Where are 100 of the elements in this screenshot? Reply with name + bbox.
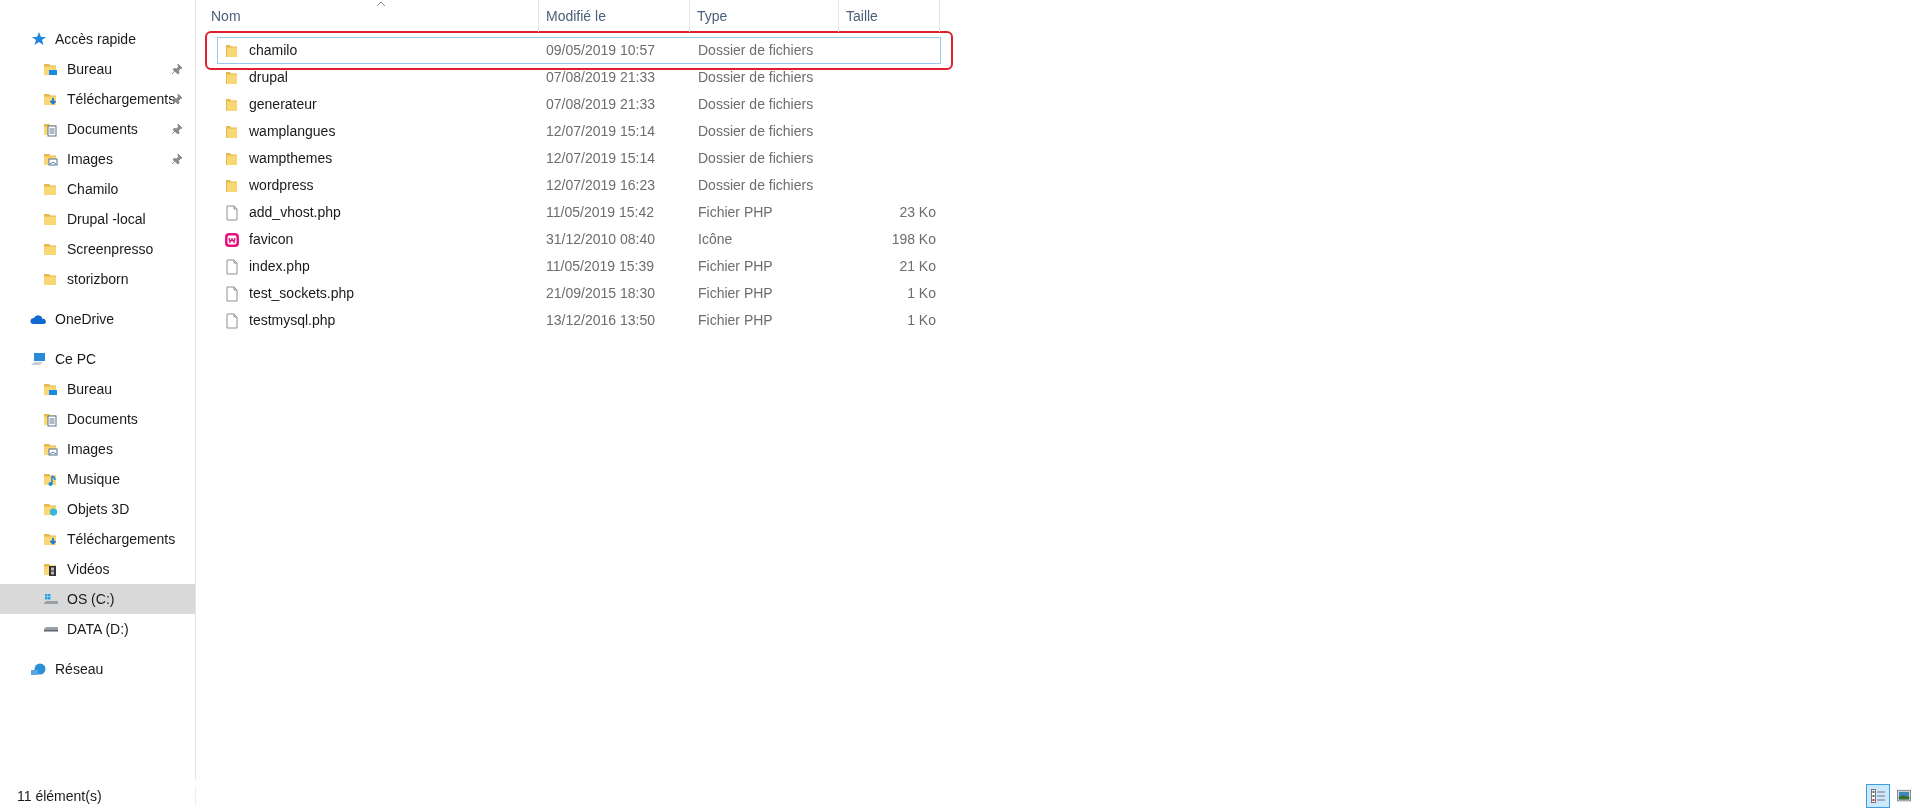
modified-date: 07/08/2019 21:33 (545, 95, 656, 114)
nav-item[interactable]: Objets 3D (0, 494, 195, 524)
desktop-folder-icon (42, 61, 59, 77)
modified-date: 07/08/2019 21:33 (545, 68, 656, 87)
nav-item[interactable]: DATA (D:) (0, 614, 195, 644)
nav-item[interactable]: Chamilo (0, 174, 195, 204)
file-name: favicon (249, 230, 294, 249)
file-name: test_sockets.php (249, 284, 355, 303)
file-type: Fichier PHP (697, 257, 774, 276)
file-name: wampthemes (249, 149, 333, 168)
file-name: wamplangues (249, 122, 336, 141)
file-type: Dossier de fichiers (697, 176, 815, 195)
nav-item[interactable]: Téléchargements (0, 524, 195, 554)
item-count: 11 élément(s) (0, 787, 196, 805)
file-name: drupal (249, 68, 288, 87)
desktop-folder-icon (42, 381, 59, 397)
nav-item[interactable]: Bureau (0, 374, 195, 404)
folder-icon (224, 150, 240, 167)
folder-icon (42, 181, 59, 197)
nav-item[interactable]: Téléchargements (0, 84, 195, 114)
file-type: Fichier PHP (697, 203, 774, 222)
music-folder-icon (42, 471, 59, 487)
column-header[interactable]: Type (690, 0, 839, 32)
file-row[interactable]: wordpress 12/07/2019 16:23 Dossier de fichiers (217, 172, 941, 199)
nav-item[interactable]: Vidéos (0, 554, 195, 584)
network-icon (30, 661, 47, 677)
modified-date: 09/05/2019 10:57 (545, 41, 656, 60)
file-icon (224, 285, 240, 302)
file-name: generateur (249, 95, 317, 114)
cube-folder-icon (42, 501, 59, 517)
app-icon (224, 231, 240, 248)
sort-ascending-icon (376, 1, 386, 7)
nav-item[interactable]: Accès rapide (0, 24, 195, 54)
file-type: Fichier PHP (697, 311, 774, 330)
file-name: index.php (249, 257, 310, 276)
file-size: 198 Ko (890, 230, 936, 249)
file-icon (224, 312, 240, 329)
file-type: Dossier de fichiers (697, 149, 815, 168)
document-folder-icon (42, 411, 59, 427)
nav-item[interactable]: Ce PC (0, 344, 195, 374)
file-name: chamilo (249, 41, 298, 60)
file-type: Dossier de fichiers (697, 41, 815, 60)
nav-item[interactable]: Screenpresso (0, 234, 195, 264)
details-view-button[interactable] (1866, 784, 1890, 808)
file-row[interactable]: wampthemes 12/07/2019 15:14 Dossier de fichiers (217, 145, 941, 172)
nav-item[interactable]: Images (0, 434, 195, 464)
nav-item[interactable]: OS (C:) (0, 584, 195, 614)
folder-icon (224, 69, 240, 86)
file-row[interactable]: generateur 07/08/2019 21:33 Dossier de fichiers (217, 91, 941, 118)
download-folder-icon (42, 531, 59, 547)
file-size: 1 Ko (906, 284, 936, 303)
file-type: Dossier de fichiers (697, 95, 815, 114)
file-size: 23 Ko (898, 203, 936, 222)
folder-icon (224, 123, 240, 140)
file-type: Icône (697, 230, 734, 249)
file-name: testmysql.php (249, 311, 336, 330)
document-folder-icon (42, 121, 59, 137)
picture-icon (1896, 789, 1912, 803)
nav-item[interactable]: OneDrive (0, 304, 195, 334)
modified-date: 11/05/2019 15:42 (545, 203, 655, 222)
modified-date: 21/09/2015 18:30 (545, 284, 656, 303)
nav-item[interactable]: storizborn (0, 264, 195, 294)
column-header[interactable]: Nom (205, 0, 539, 32)
file-type: Fichier PHP (697, 284, 774, 303)
film-folder-icon (42, 561, 59, 577)
nav-item[interactable]: Bureau (0, 54, 195, 84)
file-type: Dossier de fichiers (697, 122, 815, 141)
modified-date: 13/12/2016 13:50 (545, 311, 656, 330)
nav-item[interactable]: Musique (0, 464, 195, 494)
file-row[interactable]: test_sockets.php 21/09/2015 18:30 Fichier PHP 1 Ko (217, 280, 941, 307)
folder-icon (42, 241, 59, 257)
modified-date: 11/05/2019 15:39 (545, 257, 655, 276)
file-type: Dossier de fichiers (697, 68, 815, 87)
nav-item[interactable]: Documents (0, 114, 195, 144)
download-folder-icon (42, 91, 59, 107)
nav-item[interactable]: Documents (0, 404, 195, 434)
file-icon (224, 258, 240, 275)
file-row[interactable]: drupal 07/08/2019 21:33 Dossier de fichiers (217, 64, 941, 91)
file-row[interactable]: add_vhost.php 11/05/2019 15:42 Fichier PHP 23 Ko (217, 199, 941, 226)
column-header[interactable]: Modifié le (539, 0, 690, 32)
file-name: wordpress (249, 176, 314, 195)
file-icon (224, 204, 240, 221)
nav-item[interactable]: Images (0, 144, 195, 174)
nav-item[interactable]: Réseau (0, 654, 195, 684)
file-row[interactable]: testmysql.php 13/12/2016 13:50 Fichier PHP 1 Ko (217, 307, 941, 334)
nav-item[interactable]: Drupal -local (0, 204, 195, 234)
file-row[interactable]: index.php 11/05/2019 15:39 Fichier PHP 21 Ko (217, 253, 941, 280)
folder-icon (42, 211, 59, 227)
modified-date: 12/07/2019 16:23 (545, 176, 656, 195)
file-size: 1 Ko (906, 311, 936, 330)
file-name: add_vhost.php (249, 203, 341, 222)
modified-date: 12/07/2019 15:14 (545, 149, 656, 168)
folder-icon (42, 271, 59, 287)
column-header[interactable]: Taille (839, 0, 940, 32)
file-row[interactable]: wamplangues 12/07/2019 15:14 Dossier de fichiers (217, 118, 941, 145)
modified-date: 31/12/2010 08:40 (545, 230, 656, 249)
system-drive-icon (42, 591, 59, 607)
file-row[interactable]: chamilo 09/05/2019 10:57 Dossier de fichiers (217, 37, 941, 64)
file-row[interactable]: favicon 31/12/2010 08:40 Icône 198 Ko (217, 226, 941, 253)
picture-folder-icon (42, 151, 59, 167)
